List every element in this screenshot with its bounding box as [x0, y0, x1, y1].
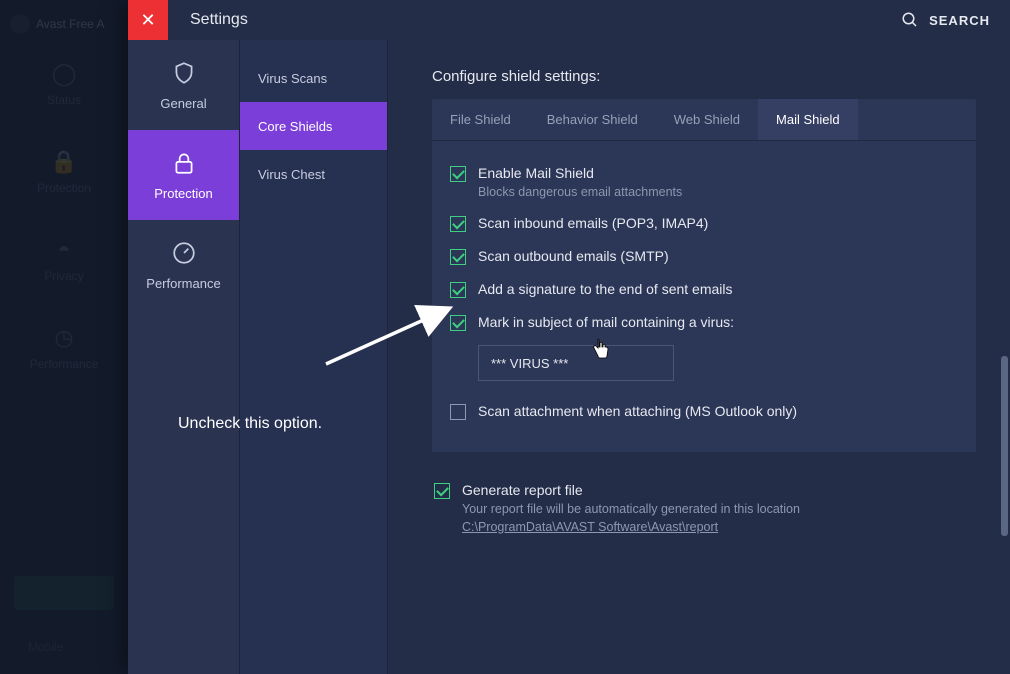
- opt-label: Scan outbound emails (SMTP): [478, 248, 669, 264]
- rail-label: Privacy: [44, 269, 83, 283]
- checkbox-enable[interactable]: [450, 166, 466, 182]
- shield-tabs: File Shield Behavior Shield Web Shield M…: [432, 99, 976, 141]
- category-protection[interactable]: Protection: [128, 130, 239, 220]
- shield-icon: [171, 60, 197, 86]
- opt-add-signature: Add a signature to the end of sent email…: [450, 273, 958, 306]
- lock-icon: [171, 150, 197, 176]
- settings-header: ✕ Settings SEARCH: [128, 0, 1010, 40]
- opt-label: Generate report file: [462, 482, 800, 498]
- mail-shield-options: Enable Mail Shield Blocks dangerous emai…: [432, 141, 976, 434]
- tab-label: Web Shield: [674, 112, 740, 127]
- settings-title: Settings: [190, 11, 248, 29]
- rail-label: Performance: [30, 357, 99, 371]
- checkbox-mark-subject[interactable]: [450, 315, 466, 331]
- category-label: Performance: [146, 276, 220, 291]
- search-button[interactable]: SEARCH: [901, 11, 990, 29]
- avast-logo-icon: [10, 14, 30, 34]
- opt-sublabel: Blocks dangerous email attachments: [478, 185, 682, 199]
- category-general[interactable]: General: [128, 40, 239, 130]
- sub-label: Core Shields: [258, 119, 332, 134]
- opt-label: Scan inbound emails (POP3, IMAP4): [478, 215, 708, 231]
- tab-web-shield[interactable]: Web Shield: [656, 99, 758, 140]
- tab-behavior-shield[interactable]: Behavior Shield: [529, 99, 656, 140]
- sub-virus-chest[interactable]: Virus Chest: [240, 150, 387, 198]
- tab-mail-shield[interactable]: Mail Shield: [758, 99, 858, 140]
- rail-label: Status: [47, 93, 81, 107]
- close-button[interactable]: ✕: [128, 0, 168, 40]
- app-brand: Avast Free A: [0, 8, 128, 40]
- settings-content: Configure shield settings: File Shield B…: [388, 40, 1010, 674]
- opt-label: Enable Mail Shield: [478, 165, 682, 181]
- lock-icon: 🔒: [50, 149, 77, 175]
- close-icon: ✕: [140, 10, 155, 31]
- rail-item-protection[interactable]: 🔒 Protection: [0, 128, 128, 216]
- rail-item-status[interactable]: ◯ Status: [0, 40, 128, 128]
- sub-label: Virus Chest: [258, 167, 325, 182]
- checkbox-signature[interactable]: [450, 282, 466, 298]
- virus-marker-input[interactable]: [478, 345, 674, 381]
- privacy-icon: ◓: [57, 237, 70, 263]
- tab-file-shield[interactable]: File Shield: [432, 99, 529, 140]
- rail-label: Protection: [37, 181, 91, 195]
- sub-virus-scans[interactable]: Virus Scans: [240, 54, 387, 102]
- search-icon: [901, 11, 919, 29]
- opt-scan-outbound: Scan outbound emails (SMTP): [450, 240, 958, 273]
- report-path-link[interactable]: C:\ProgramData\AVAST Software\Avast\repo…: [462, 520, 718, 534]
- checkbox-scan-attachment[interactable]: [450, 404, 466, 420]
- sub-core-shields[interactable]: Core Shields: [240, 102, 387, 150]
- report-block: Generate report file Your report file wi…: [432, 474, 976, 544]
- sub-label: Virus Scans: [258, 71, 327, 86]
- tab-label: Behavior Shield: [547, 112, 638, 127]
- category-column: General Protection Performance: [128, 40, 240, 674]
- opt-sublabel: Your report file will be automatically g…: [462, 502, 800, 516]
- category-label: General: [160, 96, 206, 111]
- rail-mobile[interactable]: Mobile: [28, 640, 63, 654]
- activate-button[interactable]: [14, 576, 114, 610]
- rail-item-privacy[interactable]: ◓ Privacy: [0, 216, 128, 304]
- checkbox-inbound[interactable]: [450, 216, 466, 232]
- settings-panel: ✕ Settings SEARCH General Protection: [128, 0, 1010, 674]
- scrollbar-thumb[interactable]: [1001, 356, 1008, 536]
- subcategory-column: Virus Scans Core Shields Virus Chest: [240, 40, 388, 674]
- opt-label: Scan attachment when attaching (MS Outlo…: [478, 403, 797, 419]
- app-left-rail: Avast Free A ◯ Status 🔒 Protection ◓ Pri…: [0, 0, 128, 674]
- rail-item-performance[interactable]: ◷ Performance: [0, 304, 128, 392]
- status-icon: ◯: [52, 61, 77, 87]
- gauge-icon: ◷: [54, 325, 73, 351]
- opt-label: Add a signature to the end of sent email…: [478, 281, 733, 297]
- tab-label: Mail Shield: [776, 112, 840, 127]
- checkbox-report[interactable]: [434, 483, 450, 499]
- gauge-icon: [171, 240, 197, 266]
- checkbox-outbound[interactable]: [450, 249, 466, 265]
- opt-label: Mark in subject of mail containing a vir…: [478, 314, 734, 330]
- tab-label: File Shield: [450, 112, 511, 127]
- opt-generate-report: Generate report file Your report file wi…: [434, 474, 976, 544]
- opt-scan-inbound: Scan inbound emails (POP3, IMAP4): [450, 207, 958, 240]
- shield-box: File Shield Behavior Shield Web Shield M…: [432, 99, 976, 452]
- opt-scan-attachment: Scan attachment when attaching (MS Outlo…: [450, 395, 958, 428]
- content-title: Configure shield settings:: [432, 68, 976, 85]
- category-performance[interactable]: Performance: [128, 220, 239, 310]
- settings-body: General Protection Performance Virus Sca…: [128, 40, 1010, 674]
- search-label: SEARCH: [929, 13, 990, 28]
- opt-mark-subject: Mark in subject of mail containing a vir…: [450, 306, 958, 339]
- category-label: Protection: [154, 186, 213, 201]
- opt-enable-mail-shield: Enable Mail Shield Blocks dangerous emai…: [450, 157, 958, 207]
- brand-name: Avast Free A: [36, 17, 104, 31]
